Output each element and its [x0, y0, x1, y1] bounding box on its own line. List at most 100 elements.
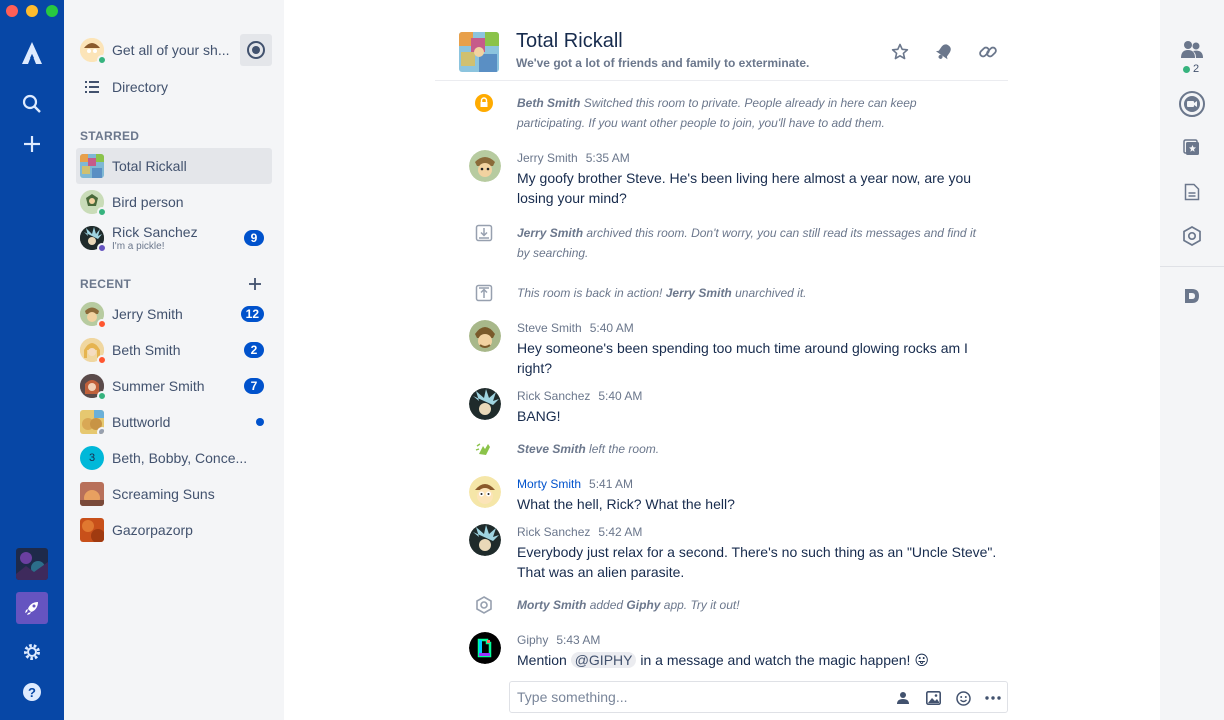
mention-person-icon[interactable]: [893, 688, 913, 708]
system-message: Beth Smith Switched this room to private…: [517, 93, 977, 133]
sidebar-item-buttworld[interactable]: Buttworld: [76, 404, 272, 440]
search-icon[interactable]: [16, 88, 48, 120]
message-author[interactable]: Giphy: [517, 633, 548, 647]
system-actor[interactable]: Steve Smith: [517, 442, 586, 456]
message-text: What the hell, Rick? What the hell?: [517, 496, 735, 512]
sidebar-item-label: Total Rickall: [112, 158, 187, 174]
apps-hexagon-icon[interactable]: [1180, 224, 1204, 248]
video-call-icon[interactable]: [1179, 91, 1205, 117]
sidebar-item-gazorpazorp[interactable]: Gazorpazorp: [76, 512, 272, 548]
sidebar-item-status-text: I'm a pickle!: [112, 240, 165, 252]
avatar: [80, 338, 107, 365]
rail-divider: [1160, 266, 1224, 267]
chat-message: Rick Sanchez 5:40 AM BANG!: [517, 388, 997, 426]
rocket-icon[interactable]: [16, 592, 48, 624]
presence-online-icon: [97, 391, 107, 401]
participants-icon[interactable]: [1180, 38, 1204, 62]
avatar: [80, 226, 107, 253]
files-document-icon[interactable]: [1180, 180, 1204, 204]
system-message: Jerry Smith archived this room. Don't wo…: [517, 223, 977, 263]
avatar: [80, 374, 107, 401]
room-title: Total Rickall: [516, 30, 623, 52]
integration-d-icon[interactable]: [1180, 284, 1204, 308]
avatar[interactable]: [469, 320, 501, 352]
avatar[interactable]: [469, 150, 501, 182]
avatar[interactable]: [469, 524, 501, 556]
sidebar-item-screaming-suns[interactable]: Screaming Suns: [76, 476, 272, 512]
message-author[interactable]: Rick Sanchez: [517, 525, 590, 539]
chat-message: Morty Smith 5:41 AM What the hell, Rick? …: [517, 476, 997, 514]
room-avatar: [80, 154, 104, 178]
archive-icon: [474, 223, 494, 243]
sidebar-item-directory[interactable]: Directory: [76, 69, 272, 105]
section-title-starred: STARRED: [80, 129, 140, 143]
message-author[interactable]: Jerry Smith: [517, 151, 578, 165]
emoji-picker-icon[interactable]: [953, 688, 973, 708]
message-text-pre: Mention: [517, 652, 567, 668]
sidebar-item-label: Buttworld: [112, 414, 171, 430]
window-zoom-button[interactable]: [46, 5, 58, 17]
sidebar-item-jerry-smith[interactable]: Jerry Smith 12: [76, 296, 272, 332]
add-recent-icon[interactable]: [247, 276, 263, 292]
system-text: unarchived it.: [735, 286, 807, 300]
avatar: [80, 190, 107, 217]
giphy-avatar[interactable]: [469, 632, 501, 664]
sidebar-item-total-rickall[interactable]: Total Rickall: [76, 148, 272, 184]
star-icon[interactable]: [888, 40, 912, 64]
system-app[interactable]: Giphy: [626, 598, 660, 612]
sidebar-item-summer-smith[interactable]: Summer Smith 7: [76, 368, 272, 404]
message-composer: [509, 681, 1008, 713]
system-actor[interactable]: Morty Smith: [517, 598, 586, 612]
sidebar-item-rick-sanchez[interactable]: Rick Sanchez I'm a pickle! 9: [76, 220, 272, 256]
message-author[interactable]: Steve Smith: [517, 321, 582, 335]
starred-messages-icon[interactable]: [1180, 136, 1204, 160]
chat-main: Total Rickall We've got a lot of friends…: [284, 0, 1160, 720]
status-target-button[interactable]: [240, 34, 272, 66]
window-close-button[interactable]: [6, 5, 18, 17]
atlassian-logo-icon[interactable]: [16, 37, 48, 69]
system-actor[interactable]: Beth Smith: [517, 96, 580, 110]
unarchive-icon: [474, 283, 494, 303]
system-text: archived this room. Don't worry, you can…: [517, 226, 976, 260]
notification-bell-icon[interactable]: [932, 40, 956, 64]
presence-online-icon: [97, 55, 107, 65]
system-actor[interactable]: Jerry Smith: [517, 226, 583, 240]
group-count-avatar: 3: [80, 446, 104, 470]
sidebar-item-label: Summer Smith: [112, 378, 205, 394]
more-options-icon[interactable]: [983, 688, 1003, 708]
message-text: Everybody just relax for a second. There…: [517, 544, 997, 580]
system-message: This room is back in action! Jerry Smith…: [517, 283, 977, 303]
mention-chip[interactable]: @GIPHY: [570, 652, 637, 668]
avatar[interactable]: [469, 476, 501, 508]
system-text: app. Try it out!: [663, 598, 740, 612]
message-time: 5:41 AM: [589, 477, 634, 491]
window-minimize-button[interactable]: [26, 5, 38, 17]
message-time: 5:40 AM: [589, 321, 634, 335]
room-avatar: [80, 482, 104, 506]
sidebar-item-group-chat[interactable]: 3 Beth, Bobby, Conce...: [76, 440, 272, 476]
system-message: Morty Smith added Giphy app. Try it out!: [517, 595, 977, 615]
avatar: [80, 302, 107, 329]
system-message: Steve Smith left the room.: [517, 439, 977, 459]
settings-gear-icon[interactable]: [16, 636, 48, 668]
help-icon[interactable]: ?: [16, 676, 48, 708]
room-avatar: [459, 32, 499, 72]
image-upload-icon[interactable]: [923, 688, 943, 708]
message-text: Hey someone's been spending too much tim…: [517, 340, 968, 376]
message-time: 5:42 AM: [598, 525, 643, 539]
system-actor[interactable]: Jerry Smith: [666, 286, 732, 300]
app-switcher-thumbnail[interactable]: [16, 548, 48, 580]
message-input[interactable]: [517, 688, 877, 706]
sidebar-item-beth-smith[interactable]: Beth Smith 2: [76, 332, 272, 368]
system-text: left the room.: [589, 442, 660, 456]
leave-wave-icon: [474, 439, 494, 459]
chat-message: Jerry Smith 5:35 AM My goofy brother Stev…: [517, 150, 997, 208]
avatar[interactable]: [469, 388, 501, 420]
create-plus-icon[interactable]: [16, 128, 48, 160]
message-author[interactable]: Morty Smith: [517, 477, 581, 491]
link-icon[interactable]: [976, 40, 1000, 64]
presence-busy-icon: [97, 319, 107, 329]
sidebar-item-bird-person[interactable]: Bird person: [76, 184, 272, 220]
sidebar-item-label: Beth Smith: [112, 342, 181, 358]
message-author[interactable]: Rick Sanchez: [517, 389, 590, 403]
